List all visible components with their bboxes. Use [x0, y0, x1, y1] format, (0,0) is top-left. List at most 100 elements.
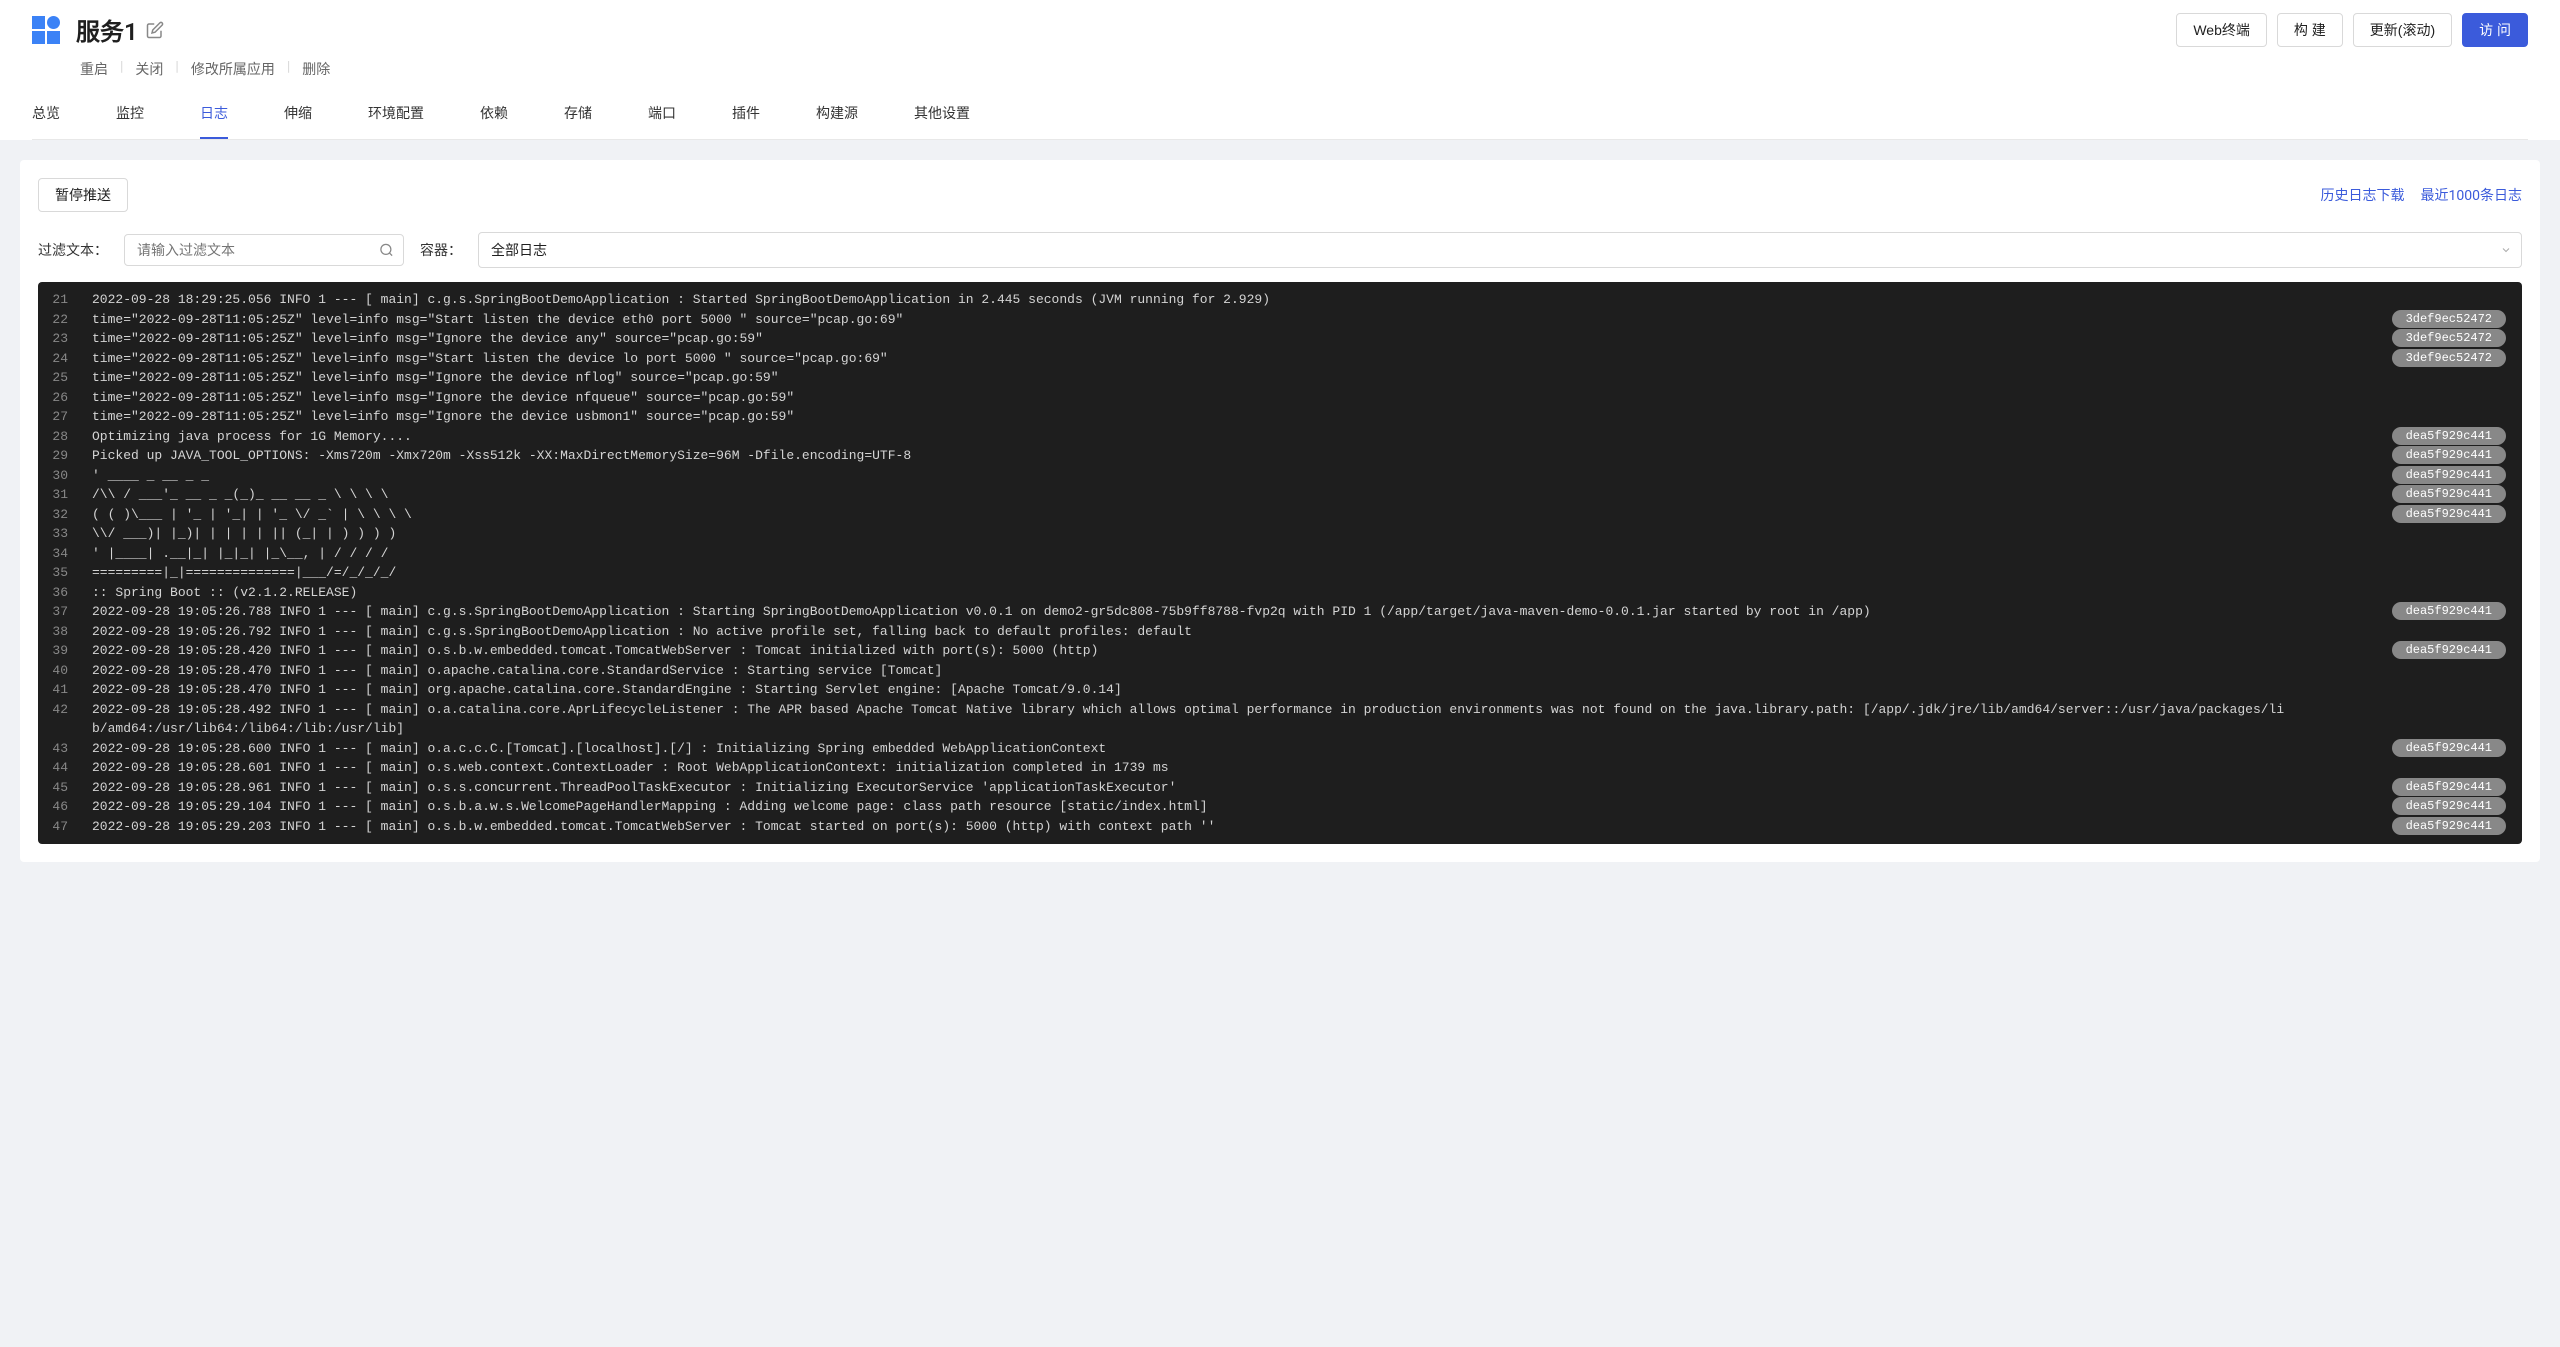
close-action[interactable]: 关闭	[131, 59, 167, 79]
log-output[interactable]: 212022-09-28 18:29:25.056 INFO 1 --- [ m…	[38, 282, 2522, 844]
edit-icon[interactable]	[146, 21, 164, 39]
tab-dependency[interactable]: 依赖	[480, 103, 508, 139]
filter-text-input[interactable]	[124, 234, 404, 266]
log-line-text: 2022-09-28 19:05:28.601 INFO 1 --- [ mai…	[92, 758, 2506, 778]
header-actions: Web终端 构 建 更新(滚动) 访 问	[2176, 13, 2528, 47]
log-line-text: 2022-09-28 19:05:26.788 INFO 1 --- [ mai…	[92, 602, 2506, 622]
log-line: 452022-09-28 19:05:28.961 INFO 1 --- [ m…	[38, 778, 2522, 798]
tab-build-source[interactable]: 构建源	[816, 103, 858, 139]
log-line-number: 47	[38, 817, 92, 837]
log-line-text: 2022-09-28 19:05:28.600 INFO 1 --- [ mai…	[92, 739, 2506, 759]
log-line-tag: dea5f929c441	[2392, 797, 2506, 815]
tab-storage[interactable]: 存储	[564, 103, 592, 139]
log-line: 392022-09-28 19:05:28.420 INFO 1 --- [ m…	[38, 641, 2522, 661]
log-line-number: 32	[38, 505, 92, 525]
log-line-text: 2022-09-28 19:05:29.203 INFO 1 --- [ mai…	[92, 817, 2506, 837]
chevron-down-icon	[2500, 244, 2512, 256]
app-header: 服务1 Web终端 构 建 更新(滚动) 访 问 重启 | 关闭 | 修改所属应…	[0, 0, 2560, 140]
log-line-number: 24	[38, 349, 92, 369]
app-logo	[32, 16, 60, 44]
log-line-number: 31	[38, 485, 92, 505]
log-line-tag: dea5f929c441	[2392, 602, 2506, 620]
log-line-text: 2022-09-28 19:05:28.961 INFO 1 --- [ mai…	[92, 778, 2506, 798]
recent-1000-link[interactable]: 最近1000条日志	[2421, 185, 2522, 205]
log-line: 422022-09-28 19:05:28.492 INFO 1 --- [ m…	[38, 700, 2522, 739]
tab-logs[interactable]: 日志	[200, 103, 228, 139]
pause-push-button[interactable]: 暂停推送	[38, 178, 128, 212]
log-line: 23time="2022-09-28T11:05:25Z" level=info…	[38, 329, 2522, 349]
log-line-number: 38	[38, 622, 92, 642]
log-line-tag: dea5f929c441	[2392, 778, 2506, 796]
log-line: 27time="2022-09-28T11:05:25Z" level=info…	[38, 407, 2522, 427]
log-line: 34' |____| .__|_| |_|_| |_\__, | / / / /	[38, 544, 2522, 564]
log-line: 382022-09-28 19:05:26.792 INFO 1 --- [ m…	[38, 622, 2522, 642]
log-line: 372022-09-28 19:05:26.788 INFO 1 --- [ m…	[38, 602, 2522, 622]
container-select[interactable]: 全部日志	[478, 232, 2522, 268]
page-title: 服务1	[76, 12, 138, 47]
title-row: 服务1	[76, 12, 164, 47]
log-line-text: 2022-09-28 19:05:28.470 INFO 1 --- [ mai…	[92, 680, 2506, 700]
log-line-number: 36	[38, 583, 92, 603]
container-label: 容器：	[420, 240, 462, 260]
log-line: 412022-09-28 19:05:28.470 INFO 1 --- [ m…	[38, 680, 2522, 700]
log-line-tag: 3def9ec52472	[2392, 329, 2506, 347]
log-line-number: 39	[38, 641, 92, 661]
log-line: 29Picked up JAVA_TOOL_OPTIONS: -Xms720m …	[38, 446, 2522, 466]
log-line-tag: 3def9ec52472	[2392, 310, 2506, 328]
log-line-number: 28	[38, 427, 92, 447]
tab-port[interactable]: 端口	[648, 103, 676, 139]
header-left: 服务1	[32, 12, 164, 47]
log-line: 22time="2022-09-28T11:05:25Z" level=info…	[38, 310, 2522, 330]
log-line: 26time="2022-09-28T11:05:25Z" level=info…	[38, 388, 2522, 408]
build-button[interactable]: 构 建	[2277, 13, 2343, 47]
log-line-text: 2022-09-28 19:05:28.470 INFO 1 --- [ mai…	[92, 661, 2506, 681]
tab-plugin[interactable]: 插件	[732, 103, 760, 139]
modify-app-action[interactable]: 修改所属应用	[187, 59, 279, 79]
log-line: 432022-09-28 19:05:28.600 INFO 1 --- [ m…	[38, 739, 2522, 759]
log-links: 历史日志下载 最近1000条日志	[2321, 185, 2522, 205]
log-line: 25time="2022-09-28T11:05:25Z" level=info…	[38, 368, 2522, 388]
log-line-number: 42	[38, 700, 92, 720]
log-line-number: 33	[38, 524, 92, 544]
log-line-text: ' |____| .__|_| |_|_| |_\__, | / / / /	[92, 544, 2506, 564]
update-scroll-button[interactable]: 更新(滚动)	[2353, 13, 2452, 47]
log-line-tag: 3def9ec52472	[2392, 349, 2506, 367]
visit-button[interactable]: 访 问	[2462, 13, 2528, 47]
delete-action[interactable]: 删除	[298, 59, 334, 79]
filter-row: 过滤文本： 容器： 全部日志	[38, 232, 2522, 268]
restart-action[interactable]: 重启	[76, 59, 112, 79]
log-line-text: :: Spring Boot :: (v2.1.2.RELEASE)	[92, 583, 2506, 603]
log-line-text: Optimizing java process for 1G Memory...…	[92, 427, 2506, 447]
log-line: 28Optimizing java process for 1G Memory.…	[38, 427, 2522, 447]
web-terminal-button[interactable]: Web终端	[2176, 13, 2267, 47]
log-line-tag: dea5f929c441	[2392, 427, 2506, 445]
log-line-number: 46	[38, 797, 92, 817]
history-download-link[interactable]: 历史日志下载	[2321, 185, 2405, 205]
tab-overview[interactable]: 总览	[32, 103, 60, 139]
log-line-number: 44	[38, 758, 92, 778]
log-line-text: time="2022-09-28T11:05:25Z" level=info m…	[92, 329, 2506, 349]
log-line-text: time="2022-09-28T11:05:25Z" level=info m…	[92, 368, 2506, 388]
log-line-tag: dea5f929c441	[2392, 739, 2506, 757]
tab-other-settings[interactable]: 其他设置	[914, 103, 970, 139]
log-line-number: 30	[38, 466, 92, 486]
log-line-number: 40	[38, 661, 92, 681]
sub-actions: 重启 | 关闭 | 修改所属应用 | 删除	[76, 59, 2528, 79]
log-line-text: time="2022-09-28T11:05:25Z" level=info m…	[92, 310, 2506, 330]
log-panel-container: 暂停推送 历史日志下载 最近1000条日志 过滤文本： 容器： 全部日志	[20, 160, 2540, 862]
log-line-tag: dea5f929c441	[2392, 505, 2506, 523]
log-line-number: 23	[38, 329, 92, 349]
log-line: 212022-09-28 18:29:25.056 INFO 1 --- [ m…	[38, 290, 2522, 310]
tab-monitoring[interactable]: 监控	[116, 103, 144, 139]
log-line-text: 2022-09-28 18:29:25.056 INFO 1 --- [ mai…	[92, 290, 2506, 310]
search-icon[interactable]	[379, 243, 394, 258]
log-line-tag: dea5f929c441	[2392, 817, 2506, 835]
log-line: 442022-09-28 19:05:28.601 INFO 1 --- [ m…	[38, 758, 2522, 778]
log-line-number: 35	[38, 563, 92, 583]
log-line: 402022-09-28 19:05:28.470 INFO 1 --- [ m…	[38, 661, 2522, 681]
tab-scaling[interactable]: 伸缩	[284, 103, 312, 139]
log-line-text: 2022-09-28 19:05:28.492 INFO 1 --- [ mai…	[92, 700, 2506, 739]
tab-env-config[interactable]: 环境配置	[368, 103, 424, 139]
log-line: 24time="2022-09-28T11:05:25Z" level=info…	[38, 349, 2522, 369]
log-line-text: \\/ ___)| |_)| | | | | || (_| | ) ) ) )	[92, 524, 2506, 544]
